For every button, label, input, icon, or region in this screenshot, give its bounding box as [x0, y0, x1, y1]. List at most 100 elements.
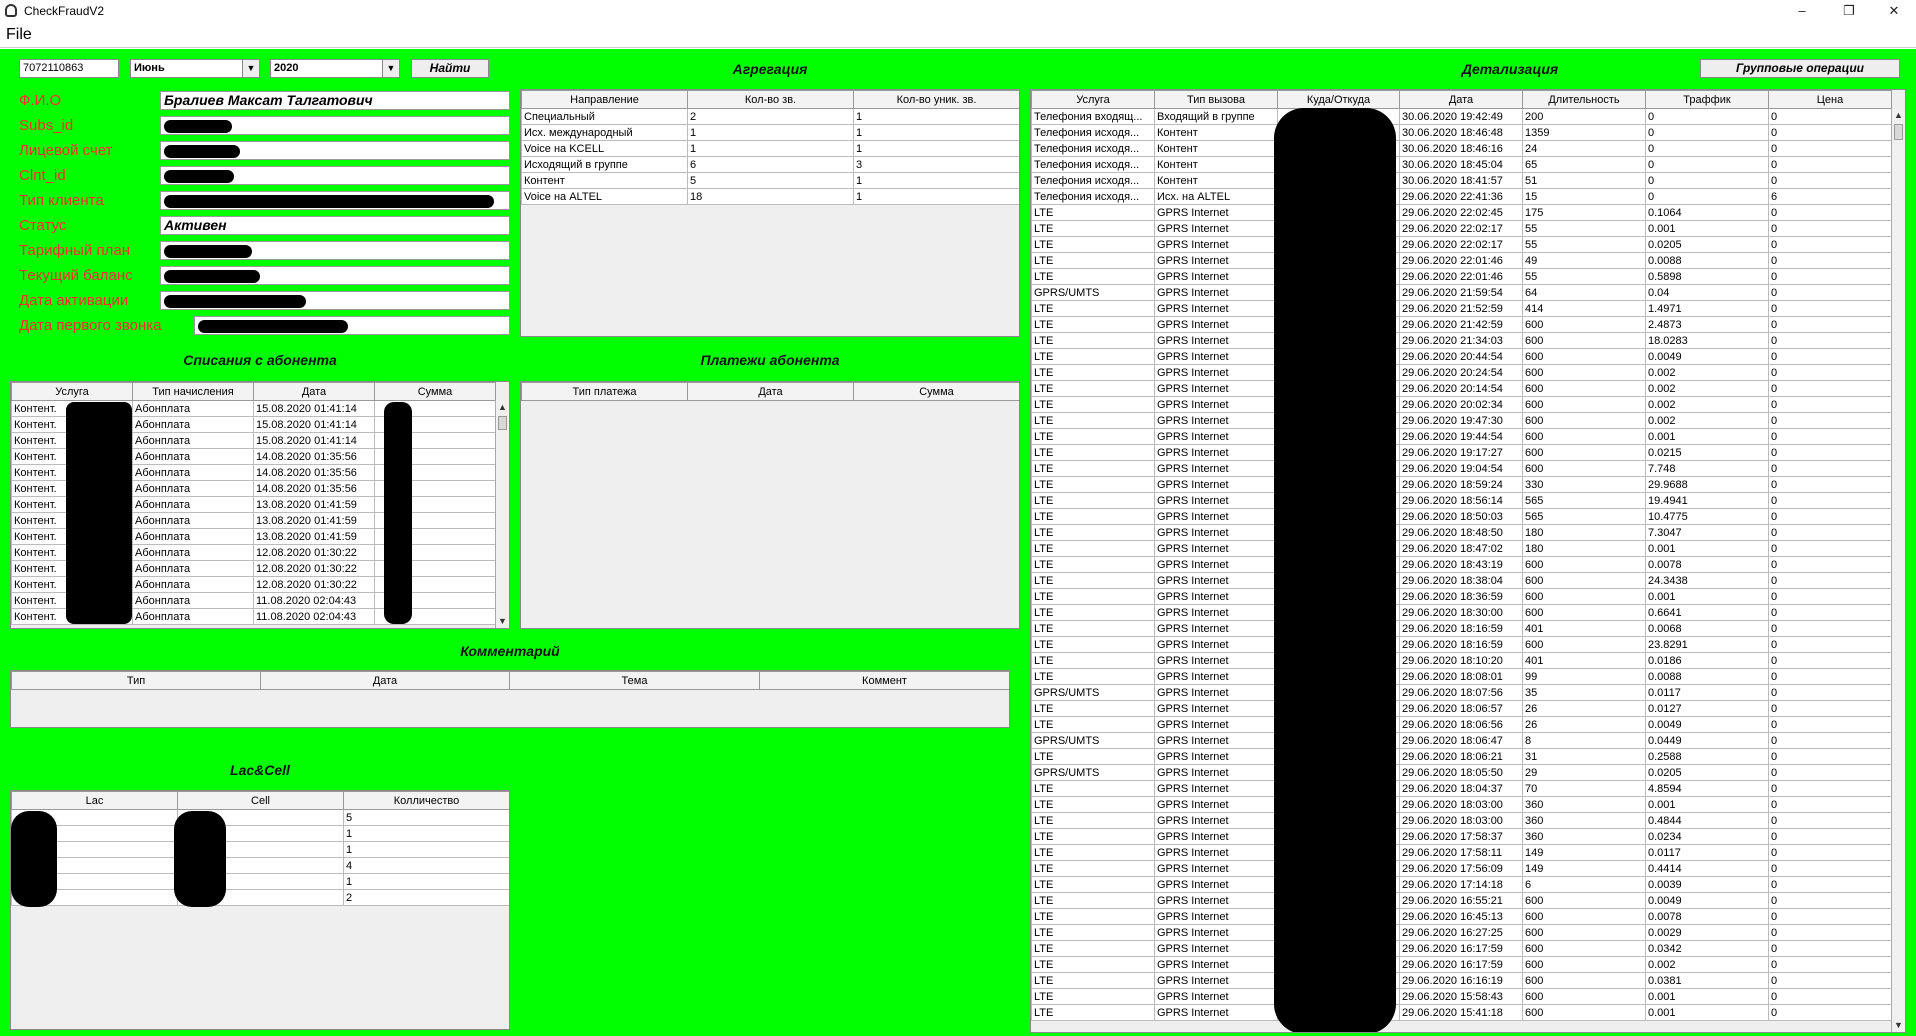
table-row[interactable]: Телефония входящ... Входящий в группе 30.0… [1031, 108, 1892, 125]
table-row[interactable]: LTE GPRS Internet 29.06.2020 18:06:57 26 0.0… [1031, 700, 1892, 717]
table-row[interactable]: GPRS/UMTS GPRS Internet 29.06.2020 18:06:4… [1031, 732, 1892, 749]
table-row[interactable]: 1 [11, 825, 509, 842]
table-row[interactable]: 2 [11, 889, 509, 906]
table-row[interactable]: Voice на ALTEL 18 1 [521, 188, 1019, 205]
phone-input[interactable]: 7072110863 [19, 59, 119, 78]
column-header[interactable]: Длительность [1522, 90, 1646, 109]
column-header[interactable]: Тип платежа [521, 382, 688, 401]
table-row[interactable]: LTE GPRS Internet 29.06.2020 16:27:25 600 0.… [1031, 924, 1892, 941]
table-row[interactable]: LTE GPRS Internet 29.06.2020 20:02:34 600 0.… [1031, 396, 1892, 413]
table-row[interactable]: LTE GPRS Internet 29.06.2020 19:17:27 600 0.… [1031, 444, 1892, 461]
table-row[interactable]: LTE GPRS Internet 29.06.2020 18:06:21 31 0.2… [1031, 748, 1892, 765]
column-header[interactable]: Коммент [759, 671, 1009, 690]
table-row[interactable]: LTE GPRS Internet 29.06.2020 18:16:59 401 0.… [1031, 620, 1892, 637]
table-row[interactable]: LTE GPRS Internet 29.06.2020 18:03:00 360 0.… [1031, 812, 1892, 829]
laccell-table[interactable]: Lac Cell Колличество 511412 [10, 790, 510, 1030]
chevron-down-icon[interactable]: ▼ [382, 60, 399, 77]
close-button[interactable]: ✕ [1874, 1, 1914, 21]
charges-table[interactable]: Услуга Тип начисления Дата Сумма Контент. Аб… [10, 381, 510, 629]
table-row[interactable]: LTE GPRS Internet 29.06.2020 18:38:04 600 24… [1031, 572, 1892, 589]
minimize-button[interactable]: – [1782, 1, 1822, 21]
table-row[interactable]: LTE GPRS Internet 29.06.2020 22:02:45 175 0.… [1031, 204, 1892, 221]
table-row[interactable]: LTE GPRS Internet 29.06.2020 18:16:59 600 23… [1031, 636, 1892, 653]
column-header[interactable]: Сумма [853, 382, 1019, 401]
table-row[interactable]: LTE GPRS Internet 29.06.2020 19:04:54 600 7.… [1031, 460, 1892, 477]
column-header[interactable]: Дата [260, 671, 510, 690]
table-row[interactable]: Телефония исходя... Контент 30.06.2020 18:… [1031, 172, 1892, 189]
table-row[interactable]: Телефония исходя... Контент 30.06.2020 18:… [1031, 124, 1892, 141]
column-header[interactable]: Куда/Откуда [1277, 90, 1400, 109]
column-header[interactable]: Тип [11, 671, 261, 690]
table-row[interactable]: LTE GPRS Internet 29.06.2020 18:56:14 565 19… [1031, 492, 1892, 509]
column-header[interactable]: Дата [253, 382, 375, 401]
month-select[interactable]: Июнь ▼ [130, 59, 260, 78]
table-row[interactable]: LTE GPRS Internet 29.06.2020 18:10:20 401 0.… [1031, 652, 1892, 669]
table-row[interactable]: 1 [11, 873, 509, 890]
table-row[interactable]: Контент 5 1 [521, 172, 1019, 189]
chevron-down-icon[interactable]: ▼ [242, 60, 259, 77]
scroll-up-icon[interactable]: ▲ [496, 400, 509, 414]
column-header[interactable]: Услуга [11, 382, 133, 401]
table-row[interactable]: LTE GPRS Internet 29.06.2020 20:24:54 600 0.… [1031, 364, 1892, 381]
table-row[interactable]: LTE GPRS Internet 29.06.2020 20:14:54 600 0.… [1031, 380, 1892, 397]
column-header[interactable]: Сумма [374, 382, 496, 401]
table-row[interactable]: Исходящий в группе 6 3 [521, 156, 1019, 173]
table-row[interactable]: LTE GPRS Internet 29.06.2020 15:41:18 600 0.… [1031, 1004, 1892, 1021]
column-header[interactable]: Траффик [1645, 90, 1769, 109]
table-row[interactable]: Телефония исходя... Исх. на ALTEL 29.06.20… [1031, 188, 1892, 205]
detail-scrollbar[interactable]: ▲ ▼ [1891, 108, 1905, 1032]
table-row[interactable]: LTE GPRS Internet 29.06.2020 18:06:56 26 0.0… [1031, 716, 1892, 733]
scroll-down-icon[interactable]: ▼ [496, 614, 509, 628]
column-header[interactable]: Дата [1399, 90, 1523, 109]
table-row[interactable]: LTE GPRS Internet 29.06.2020 16:16:19 600 0.… [1031, 972, 1892, 989]
table-row[interactable]: LTE GPRS Internet 29.06.2020 17:58:37 360 0.… [1031, 828, 1892, 845]
table-row[interactable]: GPRS/UMTS GPRS Internet 29.06.2020 18:07:5… [1031, 684, 1892, 701]
table-row[interactable]: Исх. международный 1 1 [521, 124, 1019, 141]
table-row[interactable]: GPRS/UMTS GPRS Internet 29.06.2020 21:59:5… [1031, 284, 1892, 301]
table-row[interactable]: Voice на KCELL 1 1 [521, 140, 1019, 157]
table-row[interactable]: LTE GPRS Internet 29.06.2020 18:50:03 565 10… [1031, 508, 1892, 525]
scroll-thumb[interactable] [498, 416, 507, 430]
table-row[interactable]: LTE GPRS Internet 29.06.2020 18:47:02 180 0.… [1031, 540, 1892, 557]
column-header[interactable]: Кол-во зв. [687, 90, 854, 109]
table-row[interactable]: LTE GPRS Internet 29.06.2020 16:45:13 600 0.… [1031, 908, 1892, 925]
table-row[interactable]: LTE GPRS Internet 29.06.2020 16:17:59 600 0.… [1031, 956, 1892, 973]
find-button[interactable]: Найти [411, 59, 489, 78]
table-row[interactable]: Специальный 2 1 [521, 108, 1019, 125]
table-row[interactable]: LTE GPRS Internet 29.06.2020 18:04:37 70 4.8… [1031, 780, 1892, 797]
table-row[interactable]: LTE GPRS Internet 29.06.2020 18:48:50 180 7.… [1031, 524, 1892, 541]
table-row[interactable]: LTE GPRS Internet 29.06.2020 17:58:11 149 0.… [1031, 844, 1892, 861]
table-row[interactable]: Телефония исходя... Контент 30.06.2020 18:… [1031, 140, 1892, 157]
scroll-down-icon[interactable]: ▼ [1892, 1018, 1905, 1032]
column-header[interactable]: Тип вызова [1154, 90, 1278, 109]
table-row[interactable]: LTE GPRS Internet 29.06.2020 22:01:46 49 0.0… [1031, 252, 1892, 269]
charges-scrollbar[interactable]: ▲ ▼ [495, 400, 509, 628]
table-row[interactable]: LTE GPRS Internet 29.06.2020 18:36:59 600 0.… [1031, 588, 1892, 605]
table-row[interactable]: LTE GPRS Internet 29.06.2020 18:43:19 600 0.… [1031, 556, 1892, 573]
table-row[interactable]: LTE GPRS Internet 29.06.2020 16:17:59 600 0.… [1031, 940, 1892, 957]
menu-file[interactable]: File [6, 26, 32, 44]
column-header[interactable]: Услуга [1031, 90, 1155, 109]
table-row[interactable]: LTE GPRS Internet 29.06.2020 18:08:01 99 0.0… [1031, 668, 1892, 685]
table-row[interactable]: LTE GPRS Internet 29.06.2020 19:47:30 600 0.… [1031, 412, 1892, 429]
table-row[interactable]: LTE GPRS Internet 29.06.2020 21:52:59 414 1.… [1031, 300, 1892, 317]
aggregation-table[interactable]: Направление Кол-во зв. Кол-во уник. зв. Сп… [520, 89, 1020, 337]
payments-table[interactable]: Тип платежа Дата Сумма [520, 381, 1020, 629]
detail-table[interactable]: Услуга Тип вызова Куда/Откуда Дата Длительно… [1030, 89, 1906, 1033]
table-row[interactable]: GPRS/UMTS GPRS Internet 29.06.2020 18:05:5… [1031, 764, 1892, 781]
column-header[interactable]: Цена [1768, 90, 1892, 109]
group-operations-button[interactable]: Групповые операции [1700, 59, 1900, 78]
table-row[interactable]: LTE GPRS Internet 29.06.2020 22:01:46 55 0.5… [1031, 268, 1892, 285]
table-row[interactable]: LTE GPRS Internet 29.06.2020 17:56:09 149 0.… [1031, 860, 1892, 877]
column-header[interactable]: Тема [509, 671, 760, 690]
table-row[interactable]: LTE GPRS Internet 29.06.2020 18:03:00 360 0.… [1031, 796, 1892, 813]
column-header[interactable]: Lac [11, 791, 178, 810]
table-row[interactable]: LTE GPRS Internet 29.06.2020 21:34:03 600 18… [1031, 332, 1892, 349]
column-header[interactable]: Тип начисления [132, 382, 254, 401]
table-row[interactable]: LTE GPRS Internet 29.06.2020 17:14:18 6 0.00… [1031, 876, 1892, 893]
table-row[interactable]: LTE GPRS Internet 29.06.2020 16:55:21 600 0.… [1031, 892, 1892, 909]
table-row[interactable]: LTE GPRS Internet 29.06.2020 18:59:24 330 29… [1031, 476, 1892, 493]
table-row[interactable]: LTE GPRS Internet 29.06.2020 18:30:00 600 0.… [1031, 604, 1892, 621]
table-row[interactable]: LTE GPRS Internet 29.06.2020 21:42:59 600 2.… [1031, 316, 1892, 333]
column-header[interactable]: Колличество [343, 791, 509, 810]
